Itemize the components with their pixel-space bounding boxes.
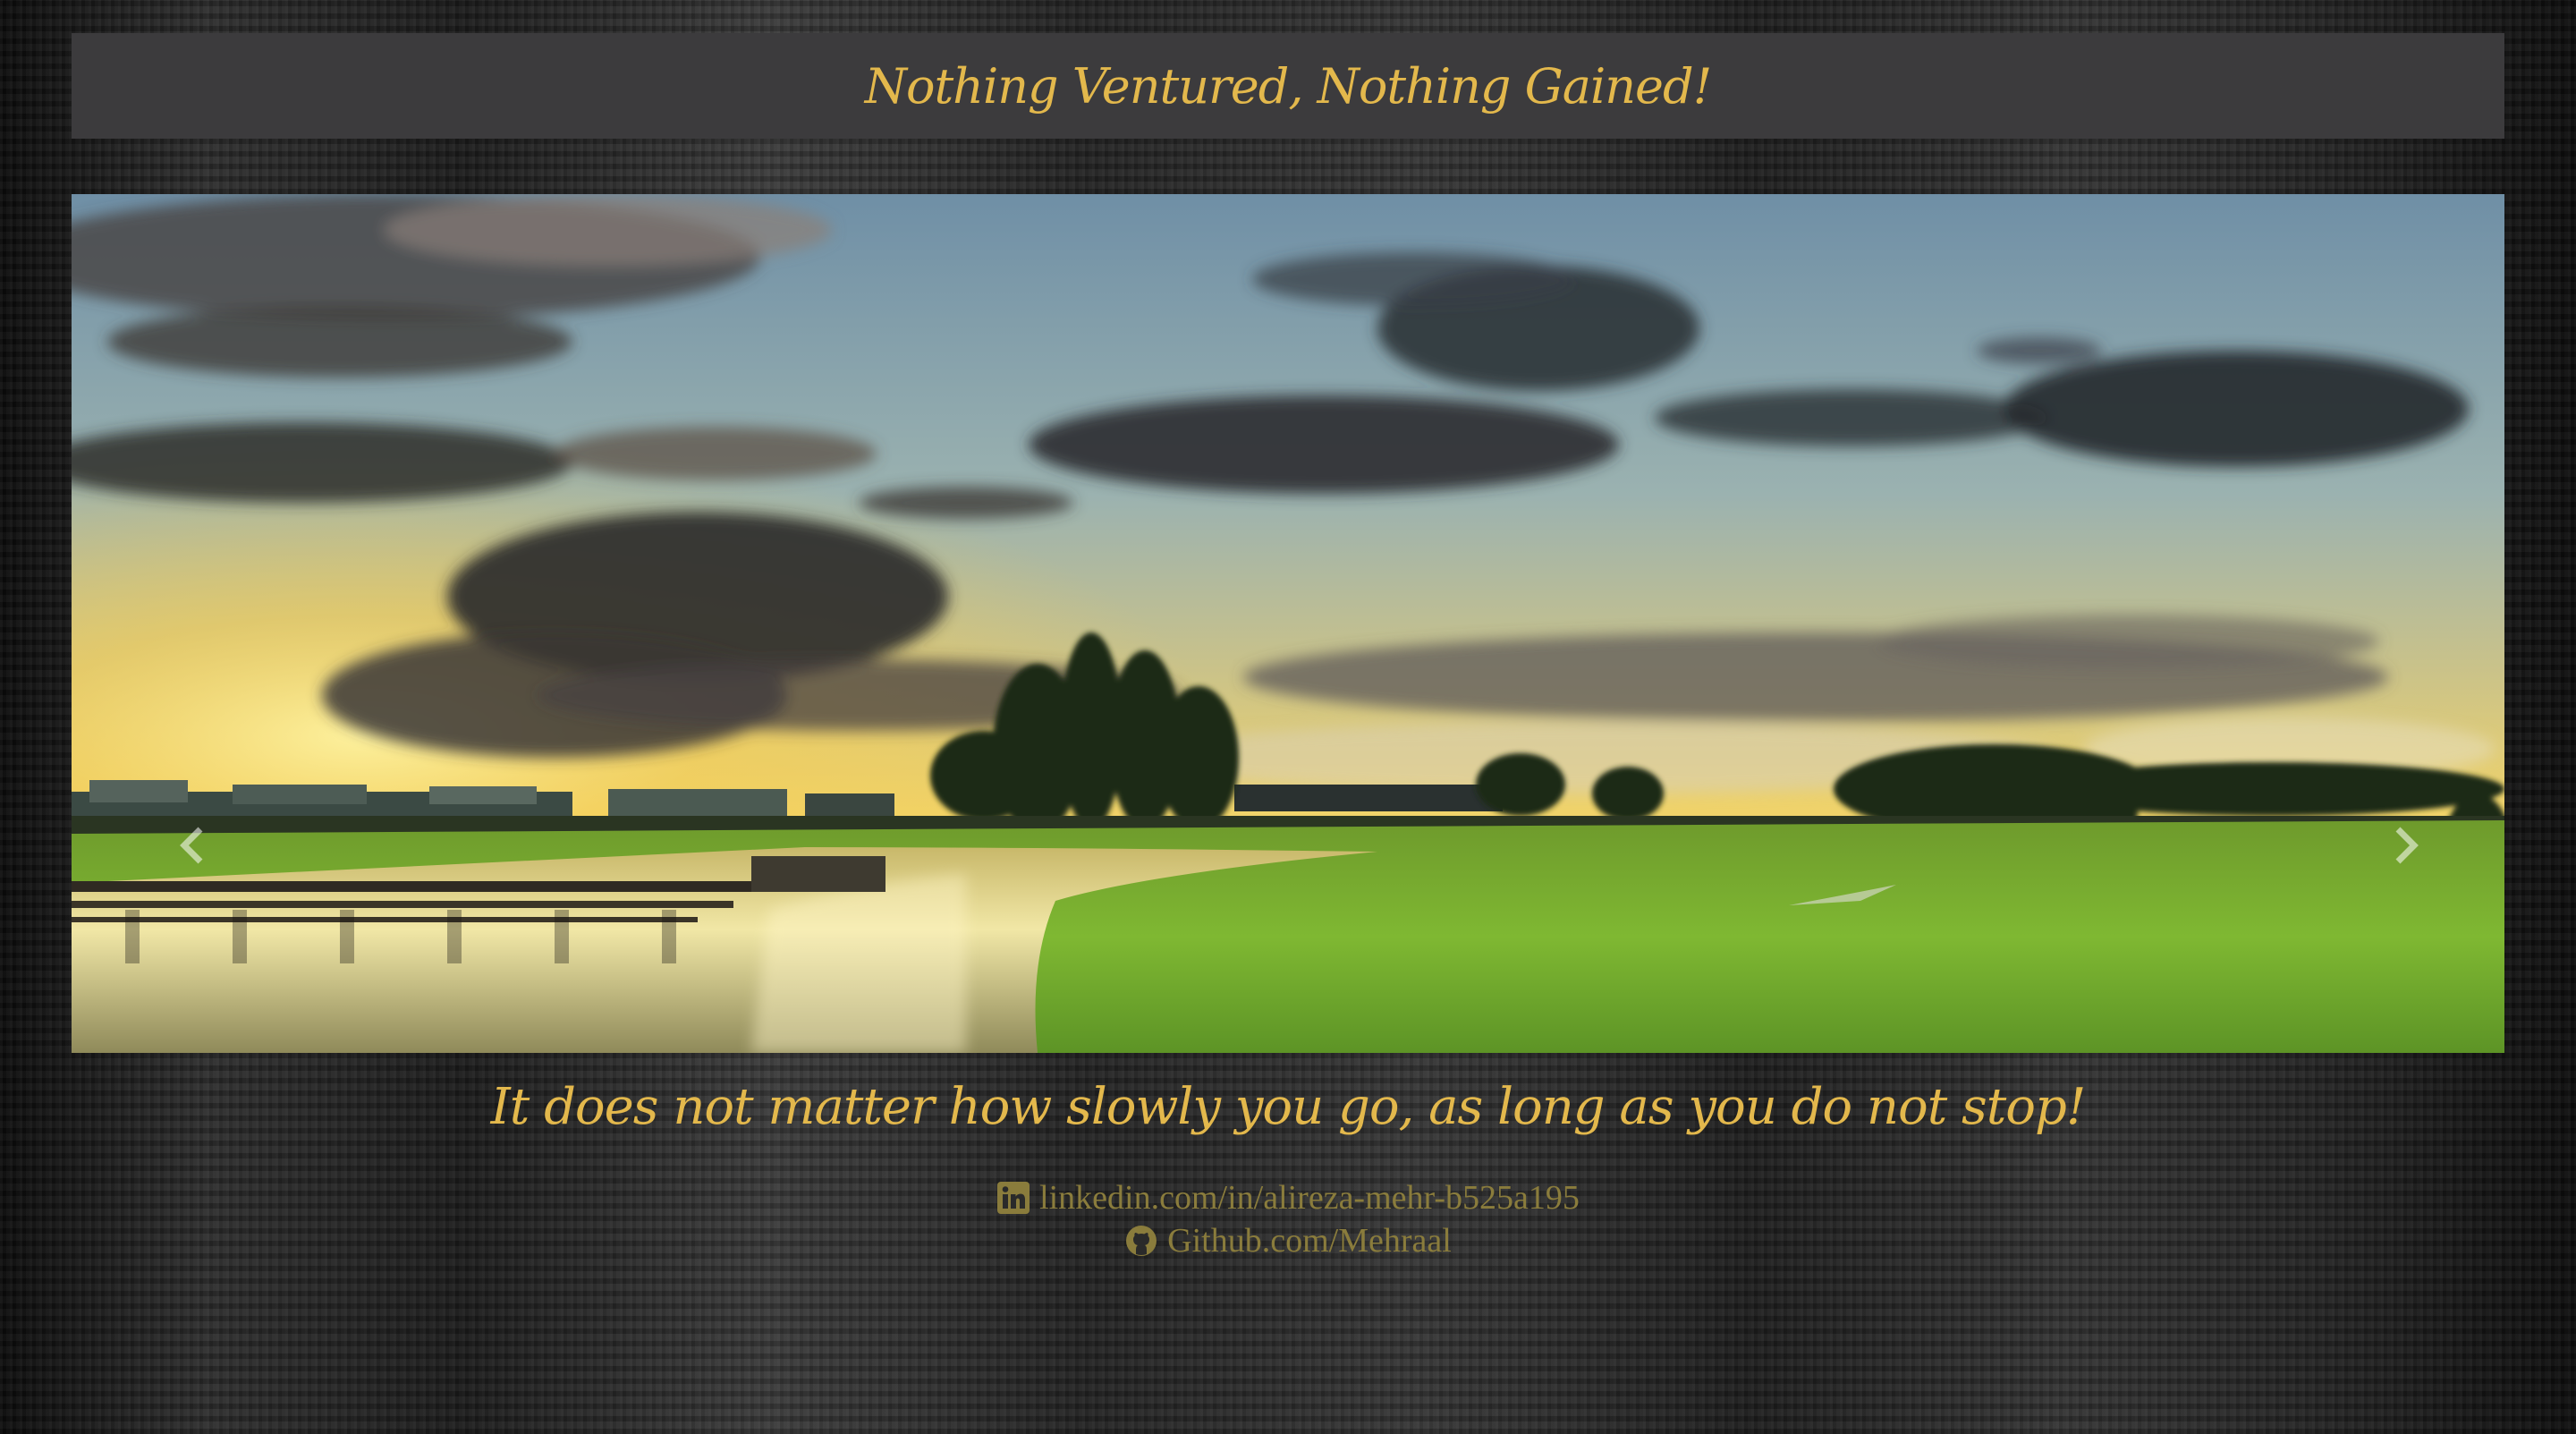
page-title: Nothing Ventured, Nothing Gained! <box>864 57 1713 115</box>
linkedin-icon <box>996 1181 1030 1215</box>
header-banner: Nothing Ventured, Nothing Gained! <box>72 33 2504 139</box>
carousel-slide-image <box>72 194 2504 1053</box>
linkedin-link-row: linkedin.com/in/alireza-mehr-b525a195 <box>0 1176 2576 1219</box>
motivational-quote: It does not matter how slowly you go, as… <box>490 1078 2087 1136</box>
chevron-right-icon <box>2391 826 2421 869</box>
chevron-left-icon <box>177 826 208 869</box>
github-link-row: Github.com/Mehraal <box>0 1219 2576 1262</box>
github-link[interactable]: Github.com/Mehraal <box>1167 1221 1452 1260</box>
github-icon <box>1124 1224 1158 1258</box>
image-carousel[interactable] <box>72 194 2504 1053</box>
carousel-prev-button[interactable] <box>165 820 219 874</box>
linkedin-link[interactable]: linkedin.com/in/alireza-mehr-b525a195 <box>1039 1178 1580 1218</box>
carousel-next-button[interactable] <box>2379 820 2433 874</box>
social-links: linkedin.com/in/alireza-mehr-b525a195 Gi… <box>0 1176 2576 1262</box>
